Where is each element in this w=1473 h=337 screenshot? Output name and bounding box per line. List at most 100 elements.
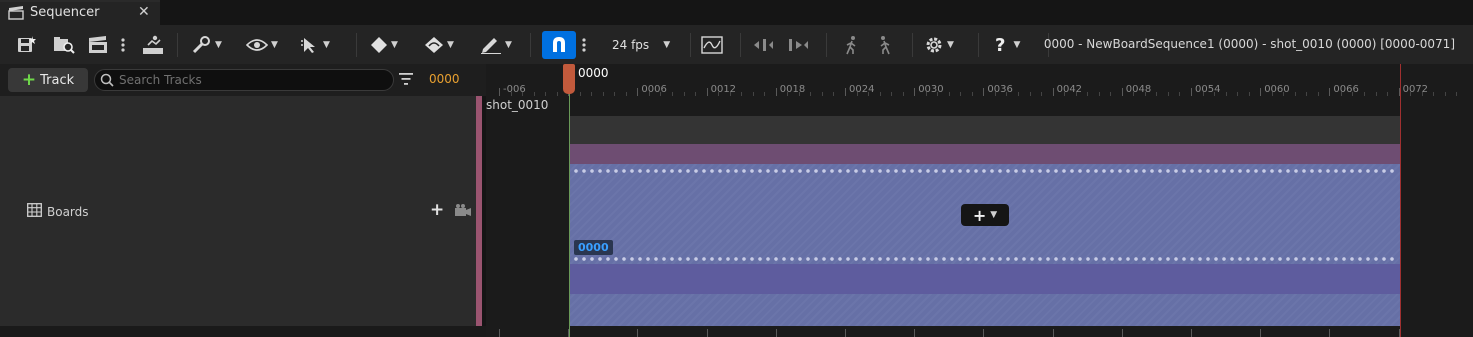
time-ruler[interactable]: -006 0006 0012 0018 0024 0030 0036 0042 0048 0054… [486, 64, 1473, 96]
render-movie-icon[interactable] [88, 32, 108, 58]
ruler-minor-tick [660, 92, 662, 96]
key-diamond-icon[interactable]: ▼ [370, 32, 398, 58]
pencil-icon[interactable]: ▼ [480, 32, 512, 58]
bottom-major-tick [845, 329, 846, 337]
camera-icon[interactable] [455, 204, 471, 219]
key-interpolation-icon[interactable]: ▼ [424, 32, 454, 58]
camera-cuts-icon[interactable] [142, 32, 164, 58]
snap-toggle-button[interactable] [542, 31, 576, 59]
track-row-boards[interactable]: Boards [27, 203, 89, 220]
ruler-tick-label: 0054 [1195, 84, 1221, 95]
ruler-minor-tick [1133, 92, 1135, 96]
save-icon[interactable] [17, 32, 37, 58]
ruler-minor-tick [1167, 92, 1169, 96]
add-section-plus-icon[interactable]: + [430, 200, 444, 220]
filter-icon[interactable] [399, 72, 413, 89]
ruler-minor-tick [1237, 92, 1239, 96]
bottom-major-tick [1191, 329, 1192, 337]
curve-editor-icon[interactable] [701, 32, 723, 58]
ruler-major-tick [637, 88, 639, 96]
walk-forward-icon[interactable] [874, 32, 896, 58]
frame-rate-dropdown[interactable]: 24 fps ▼ [612, 32, 670, 58]
fps-label: 24 fps [612, 38, 650, 52]
ruler-minor-tick [1006, 92, 1008, 96]
add-board-button[interactable]: + ▼ [961, 204, 1009, 226]
chevron-down-icon: ▼ [663, 40, 671, 50]
ruler-tick-label: 0006 [641, 84, 667, 95]
ruler-minor-tick [764, 92, 766, 96]
board-section[interactable] [570, 164, 1400, 326]
help-icon[interactable]: ? ▼ [995, 32, 1020, 58]
close-icon[interactable]: ✕ [138, 4, 150, 20]
boards-icon [27, 203, 42, 220]
jump-next-key-icon[interactable] [786, 32, 810, 58]
ruler-minor-tick [741, 92, 743, 96]
jump-prev-key-icon[interactable] [752, 32, 776, 58]
ruler-major-tick [1121, 88, 1123, 96]
shot-section-bar[interactable] [570, 144, 1400, 164]
chevron-down-icon: ▼ [271, 40, 278, 50]
more-options-icon[interactable] [120, 32, 126, 58]
ruler-minor-tick [1317, 92, 1319, 96]
bottom-major-tick [983, 329, 985, 337]
magnet-icon [550, 35, 568, 56]
bottom-tick-strip [486, 326, 1473, 337]
ruler-major-tick [706, 88, 708, 96]
snap-options-icon[interactable] [581, 32, 587, 58]
ruler-minor-tick [891, 92, 893, 96]
search-tracks-field[interactable] [94, 69, 394, 91]
add-track-button[interactable]: + Track [8, 68, 88, 92]
toolbar-separator [690, 33, 691, 57]
ruler-major-tick [1052, 88, 1054, 96]
add-track-label: Track [40, 72, 75, 88]
ruler-tick-label: 0036 [987, 84, 1013, 95]
ruler-minor-tick [1075, 92, 1077, 96]
ruler-minor-tick [1156, 92, 1158, 96]
ruler-minor-tick [868, 92, 870, 96]
ruler-minor-tick [821, 92, 823, 96]
timeline-area[interactable]: -006 0006 0012 0018 0024 0030 0036 0042 0048 0054… [486, 64, 1473, 337]
walk-back-icon[interactable] [840, 32, 862, 58]
eye-icon[interactable]: ▼ [246, 32, 278, 58]
ruler-major-tick [1191, 88, 1192, 96]
tab-sequencer[interactable]: Sequencer ✕ [0, 0, 160, 25]
ruler-minor-tick [948, 92, 950, 96]
select-cursor-icon[interactable]: ▼ [300, 32, 330, 58]
playhead-handle[interactable] [563, 64, 575, 94]
playback-end-marker[interactable] [1400, 64, 1401, 337]
shot-section-header[interactable] [570, 116, 1400, 144]
ruler-minor-tick [1018, 92, 1019, 96]
ruler-minor-tick [556, 92, 558, 96]
ruler-minor-tick [960, 92, 962, 96]
ruler-tick-label: 0072 [1402, 84, 1429, 95]
gear-icon[interactable]: ▼ [924, 32, 954, 58]
current-frame-readout[interactable]: 0000 [429, 72, 460, 86]
ruler-minor-tick [902, 92, 904, 96]
ruler-minor-tick [833, 92, 835, 96]
ruler-minor-tick [994, 92, 996, 96]
ruler-minor-tick [1064, 92, 1066, 96]
ruler-minor-tick [937, 92, 939, 96]
ruler-major-tick [983, 88, 985, 96]
ruler-minor-tick [1098, 92, 1100, 96]
wrench-icon[interactable]: ▼ [192, 32, 222, 58]
board-section-band [570, 264, 1400, 294]
ruler-minor-tick [1248, 92, 1250, 96]
ruler-minor-tick [856, 92, 858, 96]
ruler-minor-tick [798, 92, 800, 96]
ruler-minor-tick [695, 92, 697, 96]
bottom-major-tick [1121, 329, 1123, 337]
ruler-minor-tick [810, 92, 812, 96]
ruler-minor-tick [683, 92, 685, 96]
ruler-minor-tick [1364, 92, 1365, 96]
ruler-minor-tick [1352, 92, 1354, 96]
ruler-minor-tick [752, 92, 754, 96]
toolbar-separator [826, 33, 827, 57]
ruler-minor-tick [1387, 92, 1389, 96]
ruler-minor-tick [1444, 92, 1446, 96]
ruler-major-tick [499, 88, 500, 96]
search-input[interactable] [119, 72, 379, 88]
chevron-down-icon: ▼ [447, 40, 454, 50]
ruler-tick-label: 0060 [1264, 84, 1290, 95]
browse-icon[interactable] [53, 32, 75, 58]
